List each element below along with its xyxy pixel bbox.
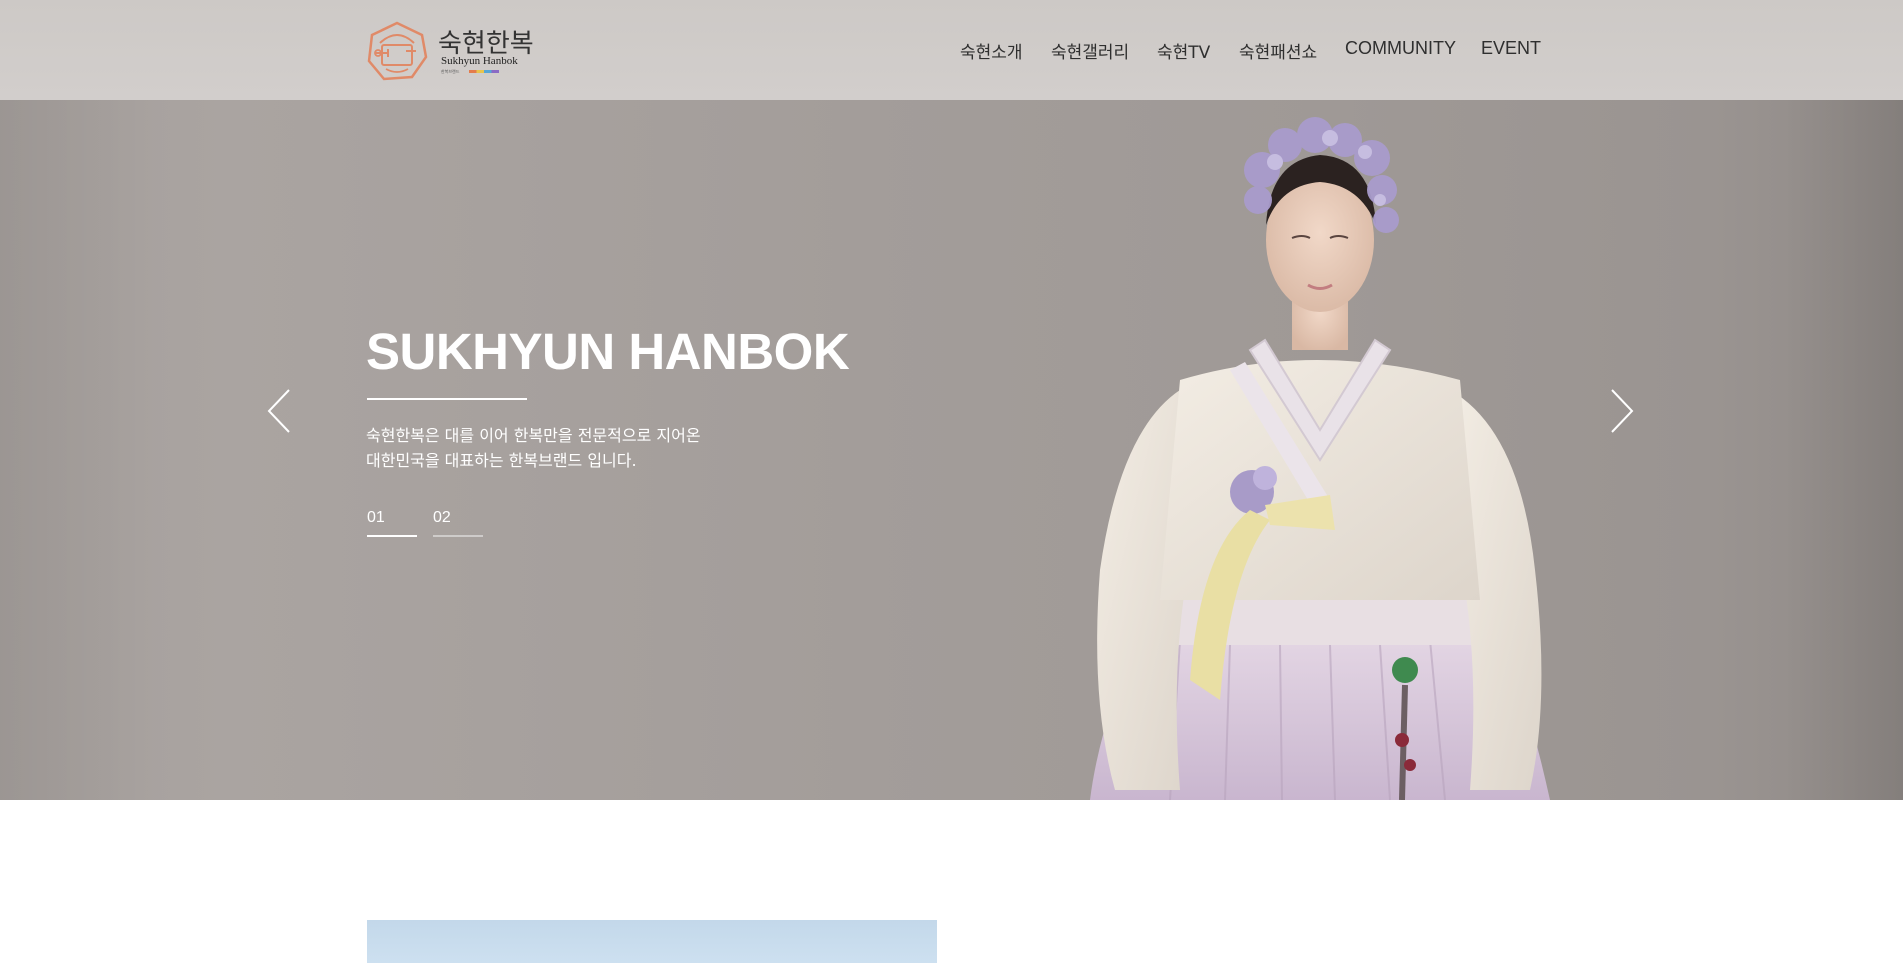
- hero-description-line-2: 대한민국을 대표하는 한복브랜드 입니다.: [366, 451, 637, 470]
- hanbok-model-image: [1090, 117, 1550, 800]
- nav-item-fashion-show[interactable]: 숙현패션쇼: [1239, 38, 1317, 63]
- hero-vignette-left: [0, 100, 160, 800]
- brand-color-stripe: [469, 70, 499, 73]
- slide-tab-label: 02: [433, 509, 451, 526]
- nav-item-gallery[interactable]: 숙현갤러리: [1051, 38, 1129, 63]
- content-preview-image: [367, 920, 937, 963]
- slide-tab-02[interactable]: 02: [433, 509, 483, 537]
- slider-prev-button[interactable]: [265, 388, 295, 434]
- nav-item-community[interactable]: COMMUNITY: [1345, 38, 1456, 59]
- slide-tab-label: 01: [367, 509, 385, 526]
- hero-title-underline: [367, 398, 527, 400]
- slider-next-button[interactable]: [1606, 388, 1636, 434]
- slide-tab-indicator: [433, 535, 483, 537]
- hero-vignette-right: [1783, 100, 1903, 800]
- hero-title: SUKHYUN HANBOK: [366, 323, 850, 380]
- slide-tab-01[interactable]: 01: [367, 509, 417, 537]
- hero-slider: SUKHYUN HANBOK 숙현한복은 대를 이어 한복만을 전문적으로 지어…: [0, 100, 1903, 800]
- hero-description-line-1: 숙현한복은 대를 이어 한복만을 전문적으로 지어온: [366, 426, 701, 445]
- chevron-right-icon: [1611, 389, 1634, 433]
- site-header: 숙현한복 Sukhyun Hanbok 한복브랜드 숙현소개 숙현갤러리 숙현T…: [0, 0, 1903, 100]
- hero-description: 숙현한복은 대를 이어 한복만을 전문적으로 지어온 대한민국을 대표하는 한복…: [366, 423, 786, 473]
- nav-item-event[interactable]: EVENT: [1481, 38, 1541, 59]
- brand-tagline: 한복브랜드: [441, 69, 460, 74]
- nav-item-about[interactable]: 숙현소개: [960, 38, 1023, 63]
- nav-item-tv[interactable]: 숙현TV: [1157, 38, 1210, 63]
- main-navigation: 숙현소개 숙현갤러리 숙현TV 숙현패션쇼 COMMUNITY EVENT: [0, 38, 1903, 63]
- slide-tab-indicator: [367, 535, 417, 537]
- chevron-left-icon: [267, 389, 290, 433]
